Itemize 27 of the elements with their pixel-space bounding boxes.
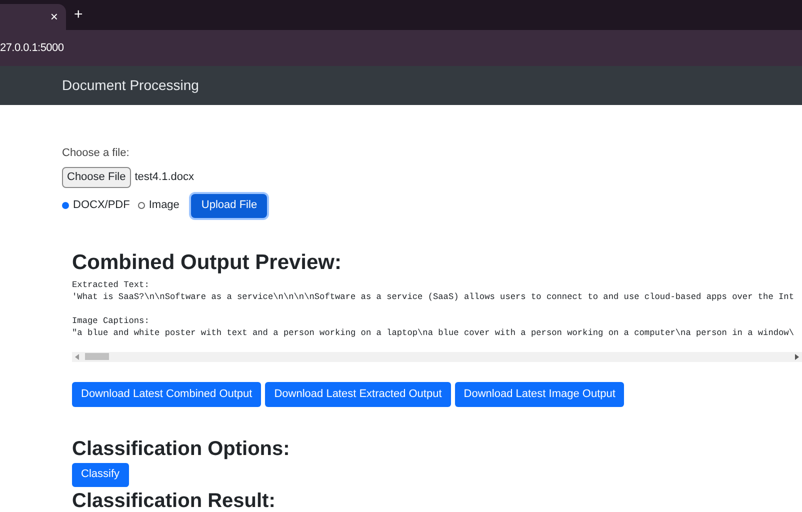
preview-heading: Combined Output Preview: bbox=[72, 252, 343, 272]
address-bar[interactable]: 27.0.0.1:5000 bbox=[0, 30, 802, 66]
navbar-title[interactable]: Document Processing bbox=[62, 75, 199, 96]
result-heading: Classification Result: bbox=[72, 490, 276, 510]
file-type-radio[interactable]: DOCX/PDF bbox=[62, 197, 130, 214]
scroll-left-icon bbox=[75, 354, 79, 360]
new-tab-button[interactable]: + bbox=[74, 4, 83, 26]
file-label: Choose a file: bbox=[62, 146, 130, 161]
preview-label: Extracted Text: bbox=[72, 278, 150, 290]
preview-text: "a blue and white poster with text and a person working on a laptop\na blue cover with a person working on a computer\na person in a window\ bbox=[72, 326, 795, 338]
file-name: test4.1.docx bbox=[134, 170, 194, 185]
horizontal-scrollbar[interactable] bbox=[72, 352, 802, 362]
url-text: 27.0.0.1:5000 bbox=[0, 40, 64, 56]
browser-tab[interactable]: × bbox=[0, 4, 66, 30]
file-type-radio[interactable]: Image bbox=[138, 197, 180, 214]
scroll-right-icon bbox=[795, 354, 799, 360]
close-tab-button[interactable]: × bbox=[50, 7, 58, 27]
preview-text: 'What is SaaS?\n\nSoftware as a service\n\n\n\nSoftware as a service (SaaS) allows users to connect to and use cloud-based apps over the Int bbox=[72, 290, 795, 302]
classification-heading: Classification Options: bbox=[72, 438, 291, 458]
download-button[interactable]: Download Latest Combined Output bbox=[72, 382, 262, 406]
classify-button[interactable]: Classify bbox=[72, 462, 129, 486]
preview-label: Image Captions: bbox=[72, 314, 150, 326]
scrollbar-thumb[interactable] bbox=[85, 353, 109, 360]
choose-file-button[interactable]: Choose File bbox=[62, 166, 131, 188]
download-button[interactable]: Download Latest Extracted Output bbox=[265, 382, 451, 406]
download-button[interactable]: Download Latest Image Output bbox=[454, 382, 624, 406]
upload-button[interactable]: Upload File bbox=[191, 194, 268, 218]
